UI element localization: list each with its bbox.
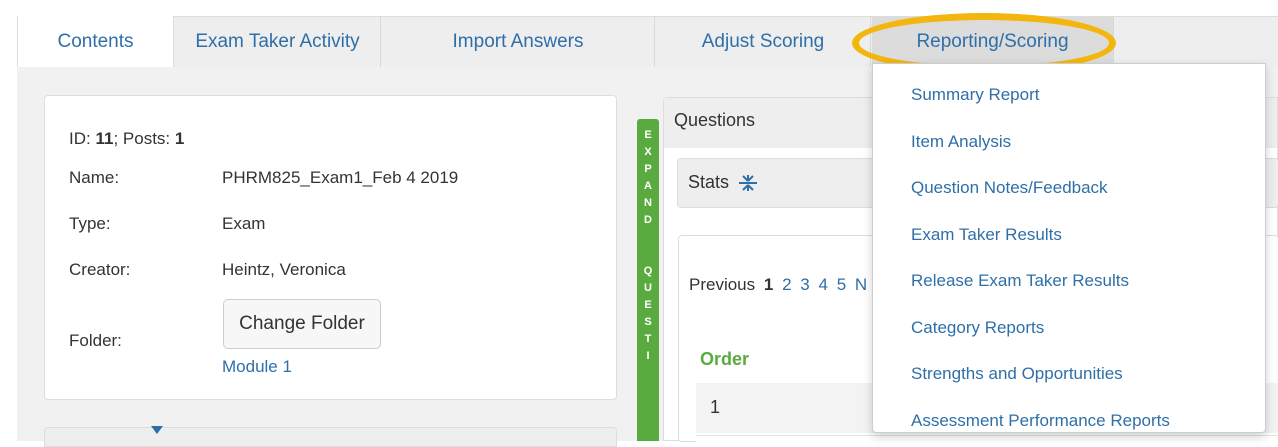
creator-label: Creator: <box>69 260 131 279</box>
posts-count: 1 <box>174 129 185 148</box>
menu-item-category-reports[interactable]: Category Reports <box>873 305 1265 352</box>
pager-previous[interactable]: Previous <box>689 275 755 294</box>
expand-strip-letter: P <box>644 163 652 175</box>
question-order: 1 <box>710 397 721 417</box>
tab-adjust-scoring[interactable]: Adjust Scoring <box>656 16 871 67</box>
collapsed-panel <box>44 426 617 447</box>
pager-page-3[interactable]: 3 <box>800 275 809 294</box>
tab-import-answers[interactable]: Import Answers <box>382 16 655 67</box>
expand-strip-letter: D <box>644 214 652 226</box>
stats-label: Stats <box>688 172 730 192</box>
menu-item-exam-taker-results[interactable]: Exam Taker Results <box>873 212 1265 259</box>
expand-strip-letter: S <box>644 316 652 328</box>
expand-strip-letter: T <box>644 333 652 345</box>
change-folder-button[interactable]: Change Folder <box>223 299 381 349</box>
menu-item-item-analysis[interactable]: Item Analysis <box>873 119 1265 166</box>
id-posts-line: ID: 11; Posts: 1 <box>69 129 185 148</box>
menu-item-strengths-opportunities[interactable]: Strengths and Opportunities <box>873 351 1265 398</box>
pager-current-page: 1 <box>763 275 774 294</box>
menu-item-release-exam-taker-results[interactable]: Release Exam Taker Results <box>873 258 1265 305</box>
chevron-down-icon[interactable] <box>151 426 163 434</box>
expand-strip-letter: X <box>644 146 652 158</box>
collapse-icon[interactable] <box>738 175 758 192</box>
pager-page-4[interactable]: 4 <box>818 275 827 294</box>
pager-page-5[interactable]: 5 <box>837 275 846 294</box>
expand-strip-letter: N <box>644 197 652 209</box>
folder-link[interactable]: Module 1 <box>222 357 292 377</box>
name-label: Name: <box>69 168 120 187</box>
expand-strip-letter <box>646 229 649 263</box>
expand-strip-letter: U <box>644 282 652 294</box>
tab-reporting-scoring[interactable]: Reporting/Scoring <box>872 16 1114 67</box>
type-value: Exam <box>222 214 266 233</box>
expand-strip-letter: E <box>644 129 652 141</box>
expand-questions-button[interactable]: EXPAND QUESTI <box>637 119 659 441</box>
pager-next[interactable]: N <box>855 275 867 294</box>
menu-item-question-notes-feedback[interactable]: Question Notes/Feedback <box>873 165 1265 212</box>
tab-exam-taker-activity[interactable]: Exam Taker Activity <box>175 16 381 67</box>
pager-page-2[interactable]: 2 <box>782 275 791 294</box>
tab-contents[interactable]: Contents <box>17 16 174 67</box>
exam-id: 11 <box>95 129 114 148</box>
expand-strip-letter: Q <box>643 265 653 277</box>
order-column-header[interactable]: Order <box>700 349 749 370</box>
expand-strip-letter: I <box>646 350 650 362</box>
creator-value: Heintz, Veronica <box>222 260 346 279</box>
pager: Previous 1 2 3 4 5 N <box>689 275 867 295</box>
name-value: PHRM825_Exam1_Feb 4 2019 <box>222 168 459 187</box>
menu-item-summary-report[interactable]: Summary Report <box>873 72 1265 119</box>
reporting-dropdown-menu: Summary Report Item Analysis Question No… <box>872 63 1266 433</box>
type-label: Type: <box>69 214 111 233</box>
expand-strip-letter: A <box>644 180 652 192</box>
folder-label: Folder: <box>69 331 122 350</box>
menu-item-assessment-performance-reports[interactable]: Assessment Performance Reports <box>873 398 1265 445</box>
exam-info-card: ID: 11; Posts: 1 Name: PHRM825_Exam1_Feb… <box>44 95 617 400</box>
expand-strip-letter: E <box>644 299 652 311</box>
